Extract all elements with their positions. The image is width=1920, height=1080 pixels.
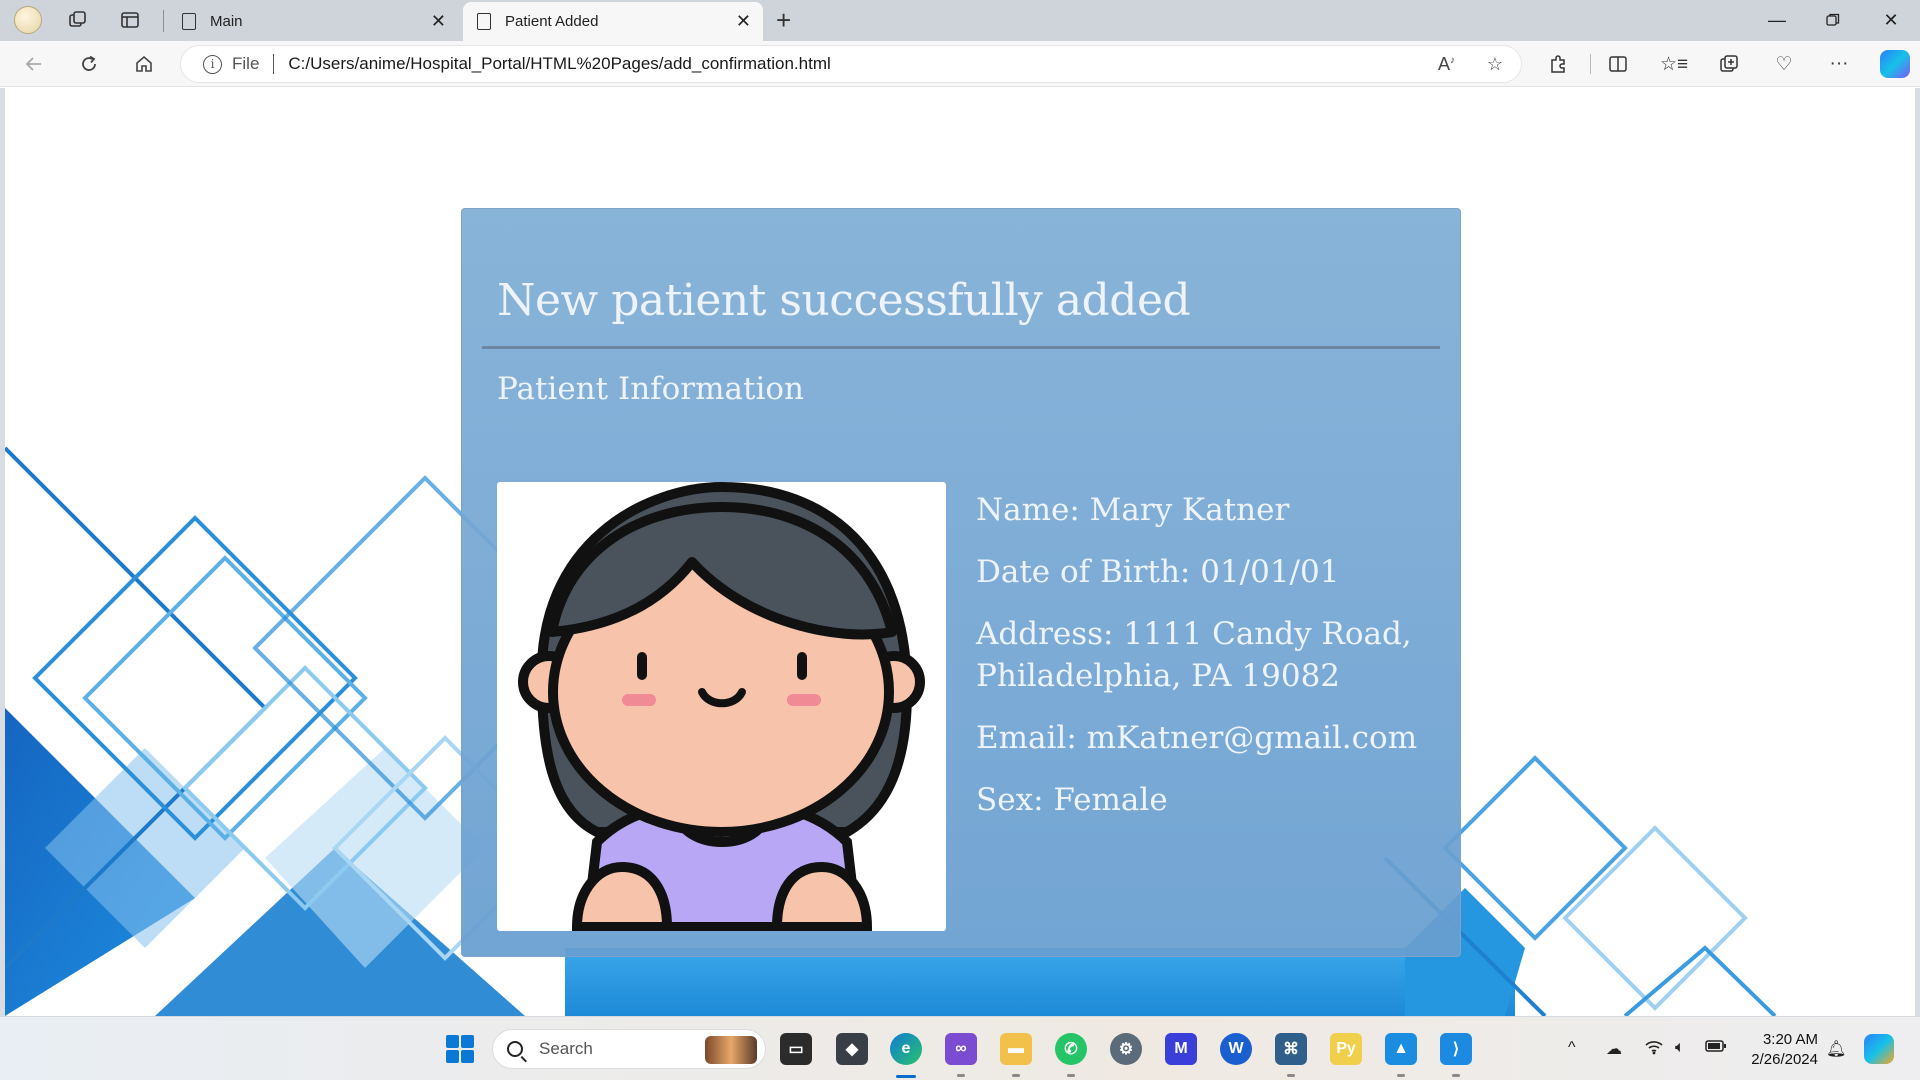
visual-studio-icon[interactable]: ∞: [945, 1033, 977, 1065]
girl-avatar-icon: [518, 481, 925, 932]
profile-avatar[interactable]: [14, 6, 42, 34]
taskbar-search[interactable]: Search: [492, 1029, 766, 1069]
mysql-workbench-icon[interactable]: ⌘: [1275, 1033, 1307, 1065]
patient-sex: Sex: Female: [976, 782, 1168, 818]
title-divider: [482, 346, 1440, 349]
speaker-muted-icon[interactable]: 🔈︎: [1675, 1039, 1685, 1057]
word-icon[interactable]: W: [1220, 1033, 1252, 1065]
refresh-icon[interactable]: [71, 48, 107, 80]
python-idle-icon[interactable]: Py: [1330, 1033, 1362, 1065]
tab-label: Main: [210, 13, 243, 30]
read-aloud-icon[interactable]: A♪: [1438, 54, 1455, 75]
browser-essentials-icon[interactable]: ♡: [1766, 48, 1802, 80]
scheme-label: File: [232, 54, 260, 73]
favorites-icon[interactable]: ☆≡: [1656, 48, 1692, 80]
patient-dob: Date of Birth: 01/01/01: [976, 554, 1340, 590]
back-icon[interactable]: [16, 48, 52, 80]
close-tab-icon[interactable]: ✕: [736, 11, 751, 32]
tab-divider: [163, 10, 164, 32]
url-text[interactable]: C:/Users/anime/Hospital_Portal/HTML%20Pa…: [288, 54, 830, 74]
patient-address: Address: 1111 Candy Road, Philadelphia, …: [976, 616, 1412, 694]
copilot-icon[interactable]: [1880, 50, 1910, 78]
page-viewport: New patient successfully added Patient I…: [0, 88, 1920, 1016]
active-app-indicator: [896, 1075, 916, 1078]
wifi-icon[interactable]: [1645, 1039, 1663, 1060]
extensions-icon[interactable]: [1540, 48, 1576, 80]
running-indicator: [957, 1074, 965, 1077]
clock-time: 3:20 AM: [1762, 1031, 1818, 1048]
confirmation-card: New patient successfully added Patient I…: [461, 208, 1461, 957]
more-options-icon[interactable]: ···: [1821, 48, 1857, 80]
system-clock[interactable]: 3:20 AM 2/26/2024: [1748, 1030, 1818, 1070]
patient-photo: [497, 481, 946, 932]
search-icon: [507, 1041, 523, 1057]
patient-email: Email: mKatner@gmail.com: [976, 720, 1418, 756]
page-icon: [477, 13, 491, 30]
photos-icon[interactable]: ▲: [1385, 1033, 1417, 1065]
running-indicator: [1397, 1074, 1405, 1077]
search-highlight-art: [705, 1036, 757, 1064]
tab-label: Patient Added: [505, 13, 599, 30]
section-title: Patient Information: [497, 371, 804, 407]
workspaces-icon[interactable]: [60, 6, 96, 34]
patient-name: Name: Mary Katner: [976, 492, 1290, 528]
close-tab-icon[interactable]: ✕: [431, 11, 446, 32]
running-indicator: [1067, 1074, 1075, 1077]
taskbar: Search ▭ ◆ e ∞ ▬ ✆ ⚙ M W ⌘ Py ▲ ⟩ ^ ☁ 🔈︎…: [0, 1016, 1920, 1080]
toolbar-divider: [1590, 54, 1591, 74]
split-screen-icon[interactable]: [1600, 48, 1636, 80]
clock-date: 2/26/2024: [1751, 1051, 1818, 1068]
page-title: New patient successfully added: [497, 275, 1191, 326]
notification-bell-icon[interactable]: 🔔︎: [1826, 1039, 1846, 1059]
address-divider: [273, 54, 275, 74]
close-window-icon[interactable]: ✕: [1868, 6, 1914, 34]
address-bar[interactable]: i File C:/Users/anime/Hospital_Portal/HT…: [180, 45, 1522, 83]
minimize-icon[interactable]: —: [1754, 6, 1800, 34]
settings-gear-icon[interactable]: ⚙: [1110, 1033, 1142, 1065]
edge-browser-icon[interactable]: e: [890, 1033, 922, 1065]
show-hidden-icons-chevron-icon[interactable]: ^: [1568, 1039, 1576, 1057]
running-indicator: [1287, 1074, 1295, 1077]
search-placeholder: Search: [539, 1039, 593, 1058]
mathway-icon[interactable]: M: [1165, 1033, 1197, 1065]
restore-icon[interactable]: [1810, 6, 1856, 34]
task-view-icon[interactable]: ▭: [780, 1033, 812, 1065]
collections-icon[interactable]: [1711, 48, 1747, 80]
running-indicator: [1012, 1074, 1020, 1077]
tab-strip: Main ✕ Patient Added ✕ + — ✕: [0, 0, 1920, 41]
browser-toolbar: i File C:/Users/anime/Hospital_Portal/HT…: [0, 41, 1920, 87]
file-explorer-icon[interactable]: ▬: [1000, 1033, 1032, 1065]
new-tab-icon[interactable]: +: [776, 5, 791, 36]
battery-icon[interactable]: [1705, 1039, 1727, 1058]
page-icon: [182, 13, 196, 30]
favorite-star-icon[interactable]: ☆: [1487, 54, 1503, 75]
tab-actions-icon[interactable]: [112, 6, 148, 34]
windows-start-icon[interactable]: [446, 1035, 474, 1063]
info-icon[interactable]: i: [203, 54, 222, 74]
unity-hub-icon[interactable]: ◆: [836, 1033, 868, 1065]
onedrive-cloud-icon[interactable]: ☁: [1606, 1039, 1622, 1059]
copilot-taskbar-icon[interactable]: [1864, 1034, 1894, 1064]
home-icon[interactable]: [126, 48, 162, 80]
tab-patient-added[interactable]: Patient Added ✕: [463, 2, 763, 41]
tab-main[interactable]: Main ✕: [168, 2, 458, 41]
running-indicator: [1452, 1074, 1460, 1077]
vscode-icon[interactable]: ⟩: [1440, 1033, 1472, 1065]
patient-info-list: Name: Mary Katner Date of Birth: 01/01/0…: [976, 489, 1446, 841]
whatsapp-icon[interactable]: ✆: [1055, 1033, 1087, 1065]
